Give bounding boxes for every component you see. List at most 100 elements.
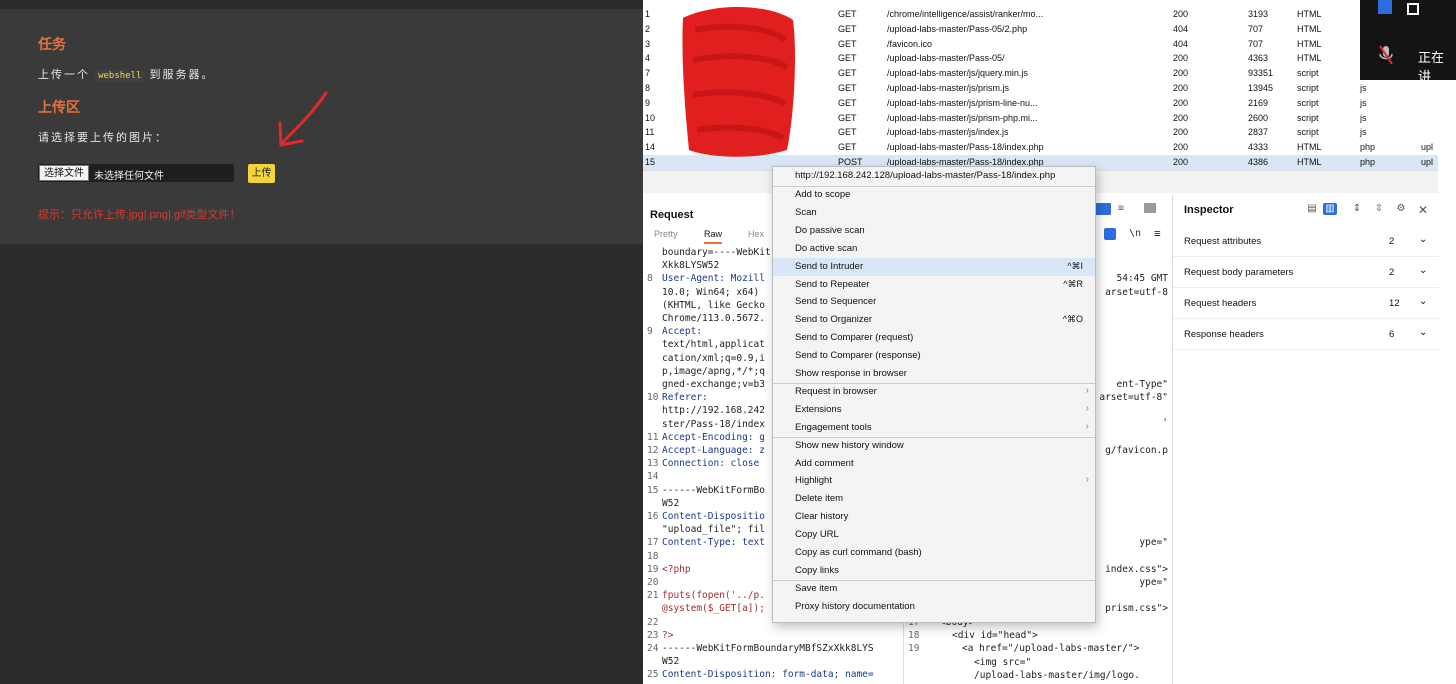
context-menu-item[interactable]: Clear history <box>773 508 1095 526</box>
request-title: Request <box>650 209 694 221</box>
response-fragment: index.css"> <box>1105 564 1168 575</box>
history-cell-ext: js <box>1360 127 1367 138</box>
context-menu-item-label: Send to Comparer (request) <box>795 332 914 344</box>
tab-pretty[interactable]: Pretty <box>654 229 678 239</box>
chevron-right-icon: › <box>1085 384 1089 396</box>
line-text: p,image/apng,*/*;q <box>662 365 765 377</box>
inspector-section-label: Request headers <box>1184 298 1257 309</box>
line-text: @system($_GET[a]); <box>662 603 765 615</box>
context-menu-item-label: Do active scan <box>795 242 858 254</box>
expand-all-icon[interactable]: ⇕ <box>1350 203 1364 215</box>
mic-muted-icon[interactable] <box>1378 44 1394 66</box>
inspector-section[interactable]: Request headers 12 ⌄ <box>1173 288 1439 319</box>
line-text: gned-exchange;v=b3 <box>662 379 765 390</box>
history-cell-num: 11 <box>645 127 655 138</box>
line-text: <?php <box>662 563 691 575</box>
window-control-icon[interactable] <box>1378 0 1392 14</box>
context-menu-item[interactable]: Send to Comparer (request) <box>773 329 1095 347</box>
response-fragment: 54:45 GMT <box>1116 273 1168 284</box>
history-cell-ext: js <box>1360 97 1367 108</box>
context-menu-item[interactable]: Copy as curl command (bash) <box>773 544 1095 562</box>
line-number: 11 <box>647 431 659 443</box>
history-cell-ext: js <box>1360 112 1367 123</box>
history-cell-url: /upload-labs-master/js/prism-line-nu... <box>887 97 1038 108</box>
tab-hex[interactable]: Hex <box>748 229 764 239</box>
line-text: User-Agent: Mozill <box>662 273 765 285</box>
line-text: text/html,applicat <box>662 339 765 351</box>
history-cell-length: 3193 <box>1248 9 1269 19</box>
line-text: Xkk8LYSW52 <box>662 260 720 272</box>
line-text: 10.0; Win64; x64) <box>662 286 760 298</box>
history-cell-ext: php <box>1360 142 1376 153</box>
context-menu-item[interactable]: Show response in browser <box>773 365 1095 383</box>
collapse-all-icon[interactable]: ⇳ <box>1372 203 1386 215</box>
context-menu-item[interactable]: Save item <box>773 580 1095 598</box>
chevron-right-icon: › <box>1085 402 1089 414</box>
context-menu-item[interactable]: Highlight › <box>773 472 1095 490</box>
line-number: 13 <box>647 458 659 470</box>
line-text: boundary=----WebKit <box>662 247 771 258</box>
context-menu-shortcut: ^⌘R <box>1063 278 1083 289</box>
file-input[interactable]: 选择文件 未选择任何文件 <box>38 164 234 182</box>
context-menu-item[interactable]: Copy URL <box>773 526 1095 544</box>
context-menu-item[interactable]: Do passive scan <box>773 222 1095 240</box>
history-cell-status: 200 <box>1173 127 1189 138</box>
annotation-arrow-icon <box>278 91 328 147</box>
context-menu-item[interactable]: Add to scope <box>773 186 1095 204</box>
context-menu-url-text: http://192.168.242.128/upload-labs-maste… <box>795 170 1056 181</box>
context-menu-item[interactable]: Delete item <box>773 490 1095 508</box>
context-menu-item[interactable]: Add comment <box>773 455 1095 473</box>
context-menu-item[interactable]: Scan <box>773 204 1095 222</box>
response-fragment: g/favicon.p <box>1105 445 1168 456</box>
history-cell-num: 10 <box>645 112 656 123</box>
context-menu-item[interactable]: Proxy history documentation <box>773 598 1095 616</box>
history-cell-extra: upl <box>1421 157 1434 167</box>
inspector-section[interactable]: Request attributes 2 ⌄ <box>1173 226 1439 257</box>
settings-icon[interactable]: ⚙ <box>1394 203 1408 215</box>
inspector-section[interactable]: Request body parameters 2 ⌄ <box>1173 257 1439 288</box>
choose-file-button[interactable]: 选择文件 <box>39 165 89 181</box>
context-menu-item[interactable]: Engagement tools › <box>773 419 1095 437</box>
history-cell-status: 200 <box>1173 68 1189 79</box>
response-line: <div id="head"> <box>952 630 1038 642</box>
upload-button[interactable]: 上传 <box>248 164 275 183</box>
inspector-layout-active-icon[interactable]: ▥ <box>1323 203 1337 215</box>
inspector-section-count: 2 <box>1389 267 1395 278</box>
context-menu-item-label: Extensions <box>795 403 842 415</box>
response-fragment: arset=utf-8" <box>1099 392 1168 403</box>
maximize-icon[interactable] <box>1407 3 1419 15</box>
context-menu-item-label: Show response in browser <box>795 368 907 379</box>
chevron-down-icon: ⌄ <box>1419 265 1428 276</box>
context-menu-item[interactable]: Do active scan <box>773 240 1095 258</box>
history-cell-status: 404 <box>1173 23 1189 34</box>
context-menu-item-label: Send to Repeater <box>795 278 870 290</box>
close-icon[interactable]: ✕ <box>1416 203 1430 217</box>
history-cell-method: GET <box>838 23 857 34</box>
tab-raw[interactable]: Raw <box>704 229 723 244</box>
context-menu-item[interactable]: Send to Comparer (response) <box>773 347 1095 365</box>
context-menu-item[interactable]: Copy links <box>773 562 1095 580</box>
context-menu-item[interactable]: Request in browser › <box>773 383 1095 401</box>
history-cell-status: 200 <box>1173 83 1189 93</box>
history-cell-status: 200 <box>1173 97 1189 108</box>
upload-area-title: 上传区 <box>38 99 80 115</box>
history-cell-status: 200 <box>1173 53 1189 64</box>
context-menu-item[interactable]: Send to Repeater ^⌘R <box>773 276 1095 294</box>
inspector-layout-icon[interactable]: ▤ <box>1305 203 1319 215</box>
context-menu-item[interactable]: Send to Intruder ^⌘I <box>773 257 1095 276</box>
context-menu-item-label: Do passive scan <box>795 224 865 236</box>
context-menu-item[interactable]: Send to Sequencer <box>773 293 1095 311</box>
inspector-section[interactable]: Response headers 6 ⌄ <box>1173 319 1439 350</box>
context-menu-item[interactable]: Send to Organizer ^⌘O <box>773 311 1095 329</box>
line-text: Referer: <box>662 392 708 404</box>
history-cell-url: /upload-labs-master/Pass-05/ <box>887 53 1005 64</box>
history-cell-method: GET <box>838 127 857 138</box>
line-number: 19 <box>908 643 920 655</box>
line-text: Chrome/113.0.5672. <box>662 313 765 324</box>
response-fragment: ent-Type" <box>1116 379 1168 390</box>
line-number: 9 <box>647 326 653 338</box>
history-cell-length: 93351 <box>1248 68 1274 79</box>
context-menu-item[interactable]: Show new history window <box>773 437 1095 455</box>
response-line: /upload-labs-master/img/logo. <box>974 669 1140 681</box>
context-menu-item[interactable]: Extensions › <box>773 401 1095 419</box>
